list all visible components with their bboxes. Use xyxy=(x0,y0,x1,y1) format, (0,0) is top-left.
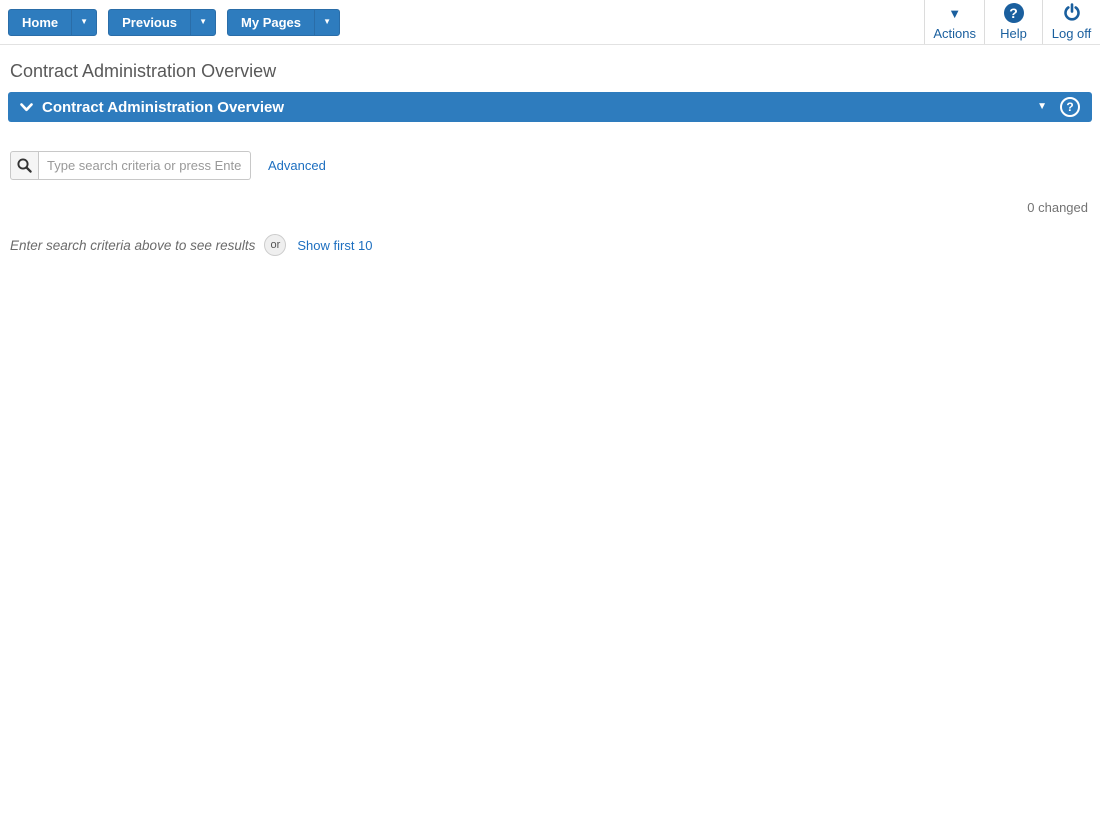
search-bar: Advanced xyxy=(10,151,1100,180)
changed-counter-row: 0 changed xyxy=(0,199,1100,217)
changed-count: 0 changed xyxy=(1027,200,1088,215)
page-title: Contract Administration Overview xyxy=(10,61,277,81)
nav-button-group: Home ▼ Previous ▼ My Pages ▼ xyxy=(0,0,341,44)
empty-results-message: Enter search criteria above to see resul… xyxy=(10,237,256,253)
caret-down-icon: ▼ xyxy=(948,5,962,21)
panel-title: Contract Administration Overview xyxy=(42,98,284,116)
my-pages-button-group: My Pages ▼ xyxy=(227,8,341,36)
help-button[interactable]: ? Help xyxy=(984,0,1042,44)
advanced-search-link[interactable]: Advanced xyxy=(268,158,326,173)
top-navigation-bar: Home ▼ Previous ▼ My Pages ▼ ▼ Actions ?… xyxy=(0,0,1100,45)
search-button[interactable] xyxy=(10,151,39,180)
collapse-chevron-icon xyxy=(20,102,33,112)
previous-button[interactable]: Previous xyxy=(109,10,190,35)
actions-label: Actions xyxy=(933,26,976,41)
previous-dropdown-button[interactable]: ▼ xyxy=(190,9,215,35)
my-pages-dropdown-button[interactable]: ▼ xyxy=(314,9,339,35)
empty-state-row: Enter search criteria above to see resul… xyxy=(10,234,1100,256)
panel-dropdown-caret-icon[interactable]: ▼ xyxy=(1037,102,1047,112)
show-first-link[interactable]: Show first 10 xyxy=(297,238,372,253)
or-badge: or xyxy=(264,234,287,256)
panel-help-icon[interactable]: ? xyxy=(1060,97,1080,117)
my-pages-button[interactable]: My Pages xyxy=(228,10,314,35)
caret-down-icon: ▼ xyxy=(199,17,207,26)
caret-down-icon: ▼ xyxy=(80,17,89,26)
panel-header[interactable]: Contract Administration Overview ▼ ? xyxy=(8,92,1092,122)
power-icon xyxy=(1062,3,1082,23)
logoff-label: Log off xyxy=(1051,26,1092,41)
home-dropdown-button[interactable]: ▼ xyxy=(71,9,96,35)
search-input[interactable] xyxy=(39,151,251,180)
search-icon xyxy=(16,157,33,174)
logoff-button[interactable]: Log off xyxy=(1042,0,1100,44)
home-button-group: Home ▼ xyxy=(8,8,98,36)
previous-button-group: Previous ▼ xyxy=(108,8,217,36)
caret-down-icon: ▼ xyxy=(323,17,331,26)
help-icon: ? xyxy=(1003,3,1024,23)
help-label: Help xyxy=(1000,26,1027,41)
actions-menu-button[interactable]: ▼ Actions xyxy=(924,0,984,44)
home-button[interactable]: Home xyxy=(9,10,71,35)
utility-button-group: ▼ Actions ? Help Log off xyxy=(924,0,1100,44)
panel-header-controls: ▼ ? xyxy=(1037,97,1080,117)
